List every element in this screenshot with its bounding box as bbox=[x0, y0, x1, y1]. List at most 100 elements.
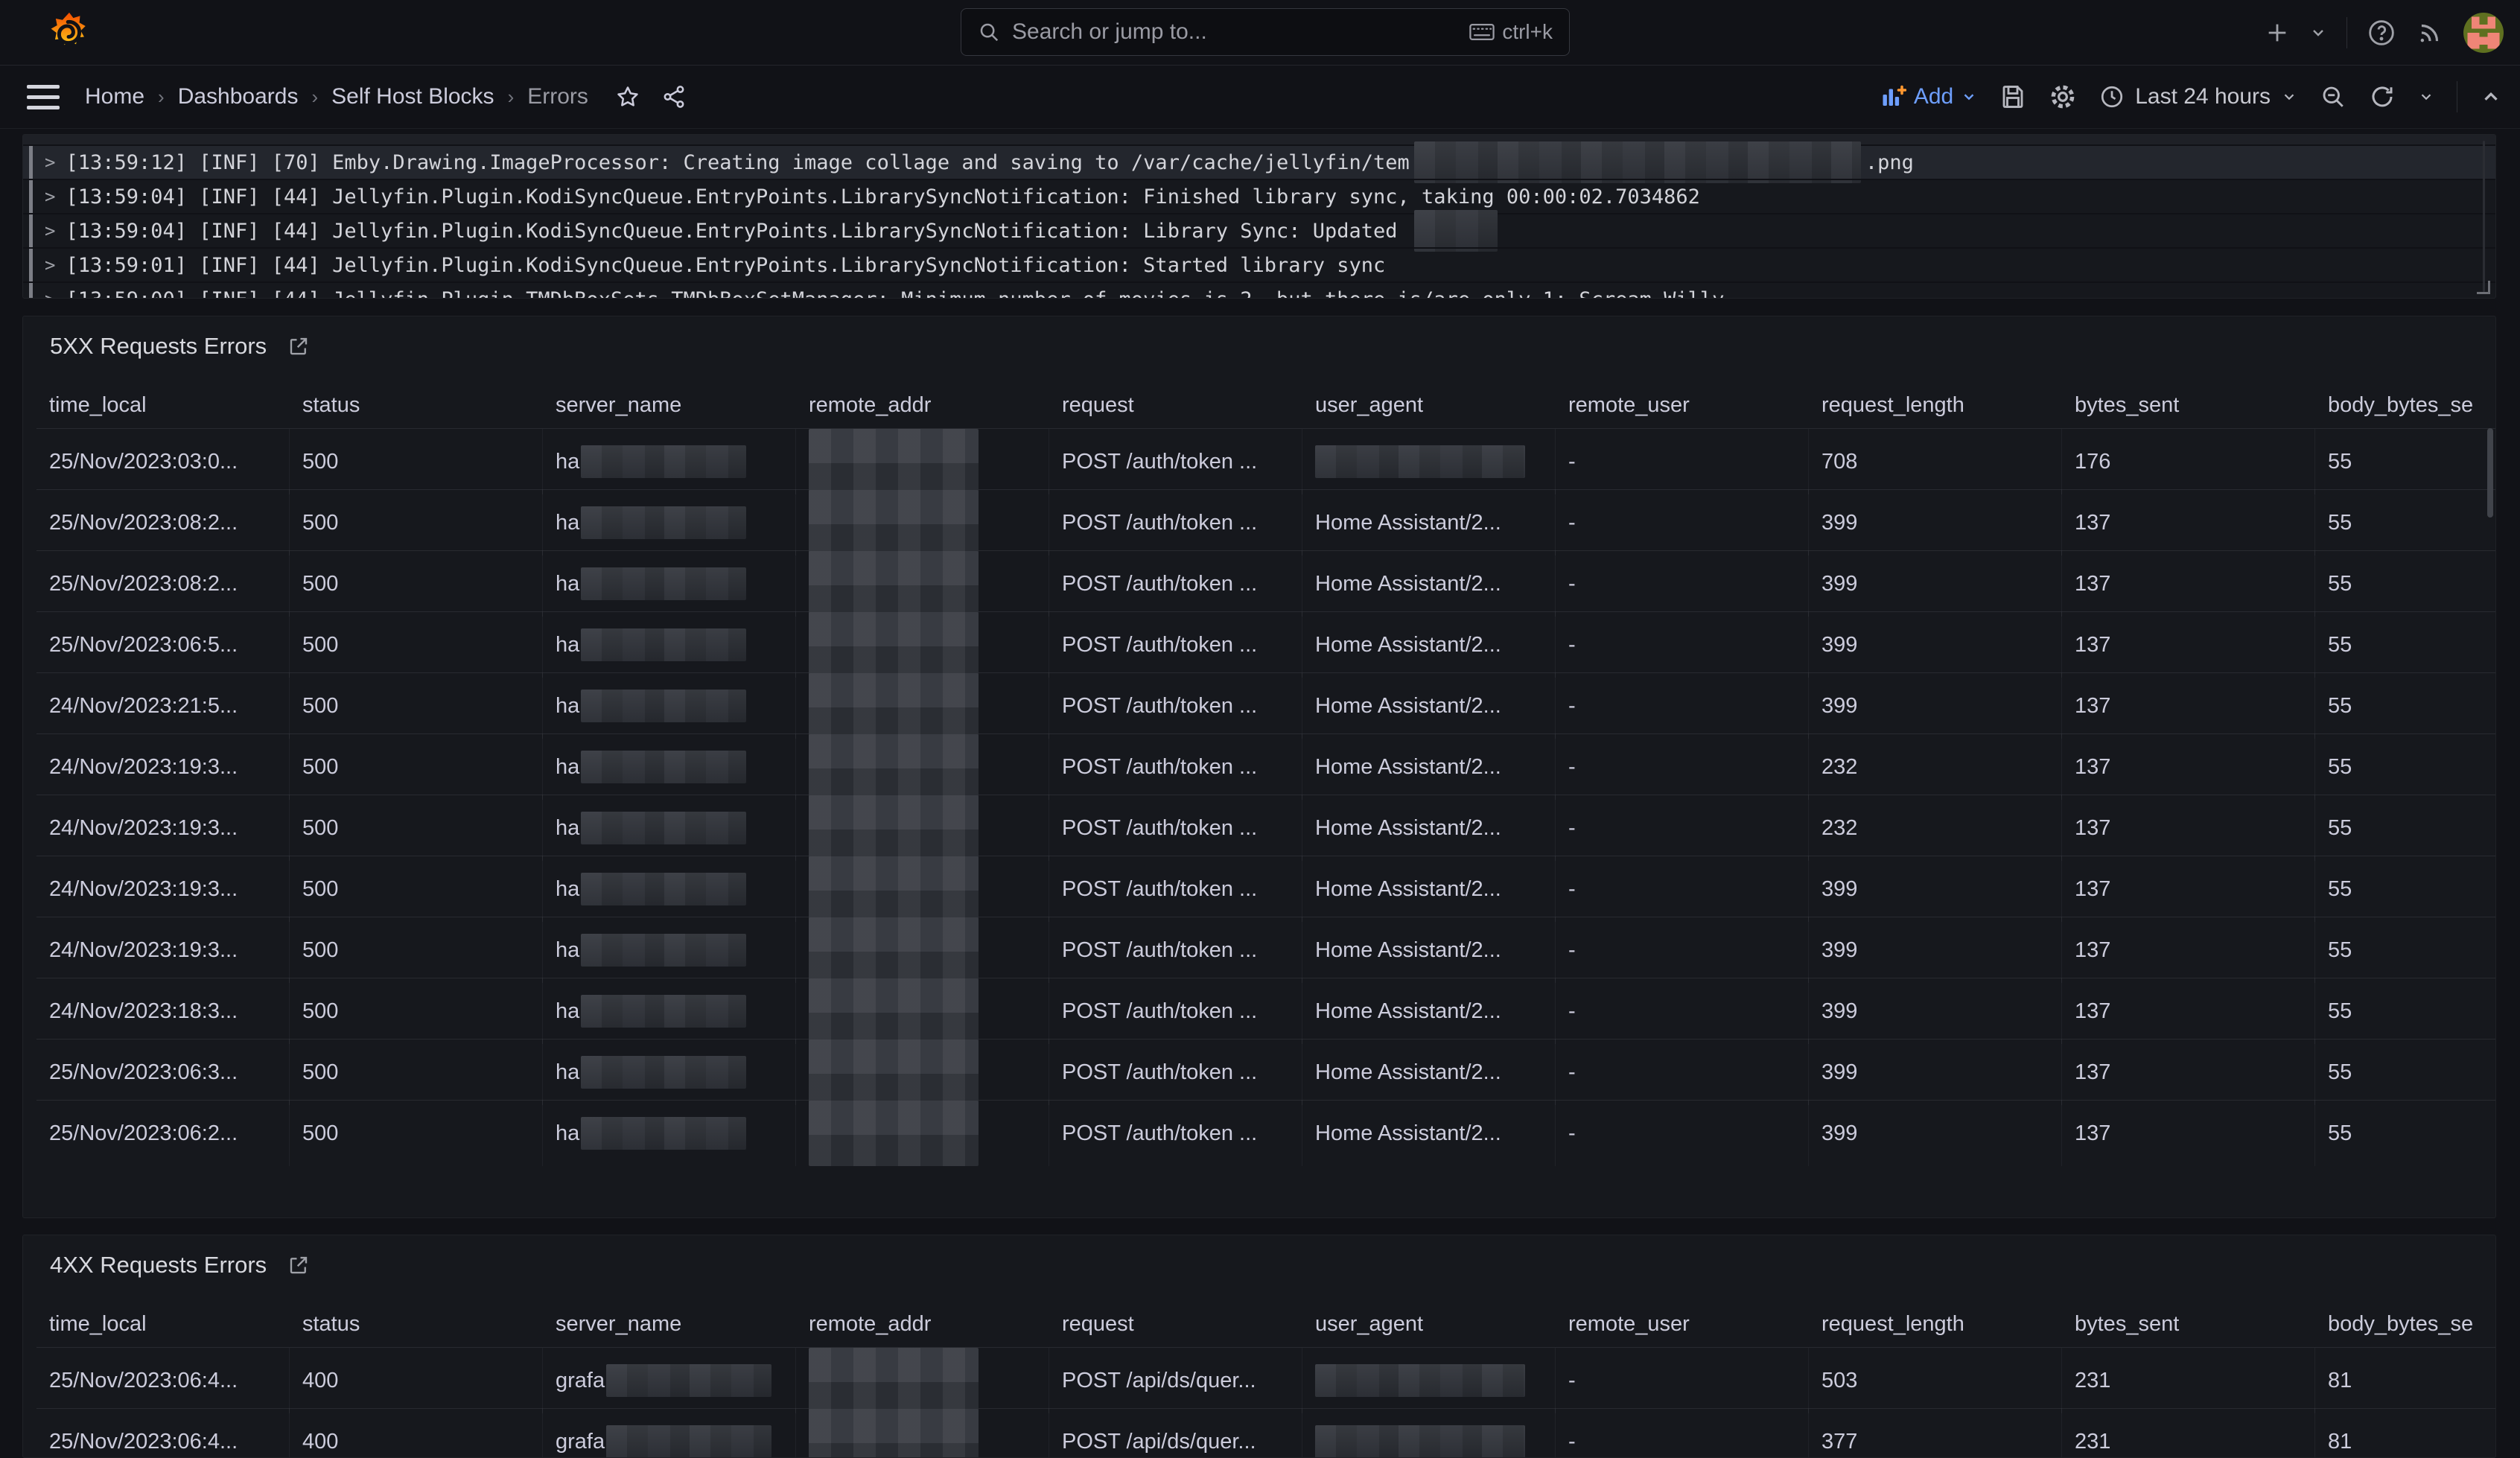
col-server-name[interactable]: server_name bbox=[543, 393, 796, 418]
log-expand-chevron-icon[interactable]: > bbox=[45, 255, 55, 276]
cell-request: POST /auth/token ... bbox=[1049, 1040, 1302, 1105]
cell-user-agent bbox=[1302, 1409, 1556, 1458]
search-placeholder: Search or jump to... bbox=[1012, 19, 1469, 45]
collapse-toolbar-chevron-up-icon[interactable] bbox=[2480, 86, 2502, 108]
breadcrumb-errors[interactable]: Errors bbox=[527, 84, 588, 109]
log-scrollbar[interactable] bbox=[2483, 141, 2485, 292]
refresh-icon[interactable] bbox=[2369, 83, 2396, 110]
time-range-picker[interactable]: Last 24 hours bbox=[2099, 84, 2297, 109]
col-bytes-sent[interactable]: bytes_sent bbox=[2062, 1312, 2315, 1337]
cell-remote-user: - bbox=[1556, 734, 1809, 800]
favorite-star-icon[interactable] bbox=[615, 84, 640, 109]
cell-body-bytes-sent: 55 bbox=[2315, 551, 2496, 617]
col-request-length[interactable]: request_length bbox=[1809, 393, 2062, 418]
dashboard-settings-gear-icon[interactable] bbox=[2049, 83, 2077, 111]
col-body-bytes-sent[interactable]: body_bytes_se bbox=[2315, 393, 2496, 418]
cell-user-agent: Home Assistant/2... bbox=[1302, 917, 1556, 983]
log-row[interactable]: >[13:59:00] [INF] [44] Jellyfin.Plugin.T… bbox=[23, 281, 2495, 299]
breadcrumb-dashboards[interactable]: Dashboards bbox=[178, 84, 299, 109]
table-row: 24/Nov/2023:21:5...500haPOST /auth/token… bbox=[36, 672, 2496, 733]
log-row[interactable]: >[13:59:04] [INF] [44] Jellyfin.Plugin.K… bbox=[23, 179, 2495, 213]
cell-server-name: grafa bbox=[543, 1409, 796, 1458]
add-panel-button[interactable]: Add bbox=[1880, 83, 1977, 110]
cell-request: POST /api/ds/quer... bbox=[1049, 1409, 1302, 1458]
help-icon[interactable] bbox=[2367, 18, 2396, 48]
log-row[interactable]: > [13:59:12] [INF] [70] Emby.Drawing.Imag… bbox=[23, 144, 2495, 179]
log-message: [13:59:12] [INF] [70] Emby.Drawing.Image… bbox=[66, 151, 1409, 174]
redacted-text bbox=[581, 995, 746, 1028]
col-remote-user[interactable]: remote_user bbox=[1556, 393, 1809, 418]
cell-request-length: 399 bbox=[1809, 490, 2062, 555]
col-time-local[interactable]: time_local bbox=[36, 393, 290, 418]
cell-user-agent: Home Assistant/2... bbox=[1302, 734, 1556, 800]
cell-request: POST /auth/token ... bbox=[1049, 673, 1302, 739]
col-time-local[interactable]: time_local bbox=[36, 1312, 290, 1337]
divider bbox=[2346, 17, 2347, 48]
grafana-logo[interactable] bbox=[48, 11, 91, 54]
cell-user-agent: Home Assistant/2... bbox=[1302, 490, 1556, 555]
cell-status: 500 bbox=[290, 734, 543, 800]
log-expand-chevron-icon[interactable]: > bbox=[45, 289, 55, 299]
cell-status: 500 bbox=[290, 1040, 543, 1105]
cell-user-agent: Home Assistant/2... bbox=[1302, 856, 1556, 922]
col-request[interactable]: request bbox=[1049, 393, 1302, 418]
cell-remote-user: - bbox=[1556, 1101, 1809, 1166]
log-expand-chevron-icon[interactable]: > bbox=[45, 152, 55, 173]
share-icon[interactable] bbox=[661, 84, 687, 109]
breadcrumb: Home › Dashboards › Self Host Blocks › E… bbox=[85, 84, 687, 109]
cell-request: POST /auth/token ... bbox=[1049, 856, 1302, 922]
col-user-agent[interactable]: user_agent bbox=[1302, 393, 1556, 418]
panel-resize-handle[interactable] bbox=[2477, 281, 2490, 294]
zoom-out-time-icon[interactable] bbox=[2320, 83, 2346, 110]
table-scrollbar[interactable] bbox=[2487, 428, 2493, 518]
cell-status: 500 bbox=[290, 429, 543, 494]
table-row: 25/Nov/2023:08:2...500haPOST /auth/token… bbox=[36, 489, 2496, 550]
log-row[interactable]: >[13:59:04] [INF] [44] Jellyfin.Plugin.K… bbox=[23, 213, 2495, 247]
table-row: 25/Nov/2023:06:4...400grafaPOST /api/ds/… bbox=[36, 1347, 2496, 1408]
redacted-text bbox=[581, 873, 746, 905]
cell-remote-addr bbox=[796, 917, 1049, 983]
news-rss-icon[interactable] bbox=[2416, 19, 2444, 47]
table-5xx: time_local status server_name remote_add… bbox=[36, 382, 2496, 1161]
col-remote-addr[interactable]: remote_addr bbox=[796, 393, 1049, 418]
cell-request-length: 399 bbox=[1809, 978, 2062, 1044]
col-user-agent[interactable]: user_agent bbox=[1302, 1312, 1556, 1337]
cell-bytes-sent: 137 bbox=[2062, 1101, 2315, 1166]
cell-request: POST /auth/token ... bbox=[1049, 551, 1302, 617]
save-dashboard-icon[interactable] bbox=[1999, 83, 2026, 110]
col-status[interactable]: status bbox=[290, 393, 543, 418]
col-bytes-sent[interactable]: bytes_sent bbox=[2062, 393, 2315, 418]
breadcrumb-home[interactable]: Home bbox=[85, 84, 144, 109]
panel-header[interactable]: 4XX Requests Errors bbox=[50, 1252, 310, 1279]
cell-status: 500 bbox=[290, 978, 543, 1044]
cell-body-bytes-sent: 81 bbox=[2315, 1348, 2496, 1413]
log-expand-chevron-icon[interactable]: > bbox=[45, 186, 55, 207]
breadcrumb-self-host-blocks[interactable]: Self Host Blocks bbox=[331, 84, 494, 109]
col-request-length[interactable]: request_length bbox=[1809, 1312, 2062, 1337]
col-body-bytes-sent[interactable]: body_bytes_se bbox=[2315, 1312, 2496, 1337]
col-status[interactable]: status bbox=[290, 1312, 543, 1337]
cell-bytes-sent: 137 bbox=[2062, 673, 2315, 739]
add-new-icon[interactable] bbox=[2265, 20, 2290, 45]
cell-remote-addr bbox=[796, 673, 1049, 739]
logs-panel: > [13:59:12] [INF] [70] Emby.Drawing.Imag… bbox=[22, 134, 2496, 299]
cell-request-length: 399 bbox=[1809, 1101, 2062, 1166]
panel-header[interactable]: 5XX Requests Errors bbox=[50, 333, 310, 360]
col-request[interactable]: request bbox=[1049, 1312, 1302, 1337]
panel-title: 4XX Requests Errors bbox=[50, 1252, 267, 1279]
cell-server-name: ha bbox=[543, 429, 796, 494]
search-input[interactable]: Search or jump to... ctrl+k bbox=[961, 8, 1570, 56]
log-row[interactable]: >[13:59:01] [INF] [44] Jellyfin.Plugin.K… bbox=[23, 247, 2495, 281]
external-link-icon[interactable] bbox=[287, 1254, 310, 1276]
col-remote-addr[interactable]: remote_addr bbox=[796, 1312, 1049, 1337]
refresh-interval-chevron-icon[interactable] bbox=[2418, 89, 2434, 105]
log-expand-chevron-icon[interactable]: > bbox=[45, 220, 55, 241]
external-link-icon[interactable] bbox=[287, 335, 310, 357]
col-remote-user[interactable]: remote_user bbox=[1556, 1312, 1809, 1337]
user-avatar[interactable] bbox=[2463, 13, 2504, 53]
menu-hamburger-icon[interactable] bbox=[27, 85, 60, 109]
col-server-name[interactable]: server_name bbox=[543, 1312, 796, 1337]
dashboard-toolbar: Home › Dashboards › Self Host Blocks › E… bbox=[0, 66, 2520, 129]
chevron-down-icon[interactable] bbox=[2309, 24, 2327, 42]
redacted-text bbox=[809, 1040, 979, 1105]
